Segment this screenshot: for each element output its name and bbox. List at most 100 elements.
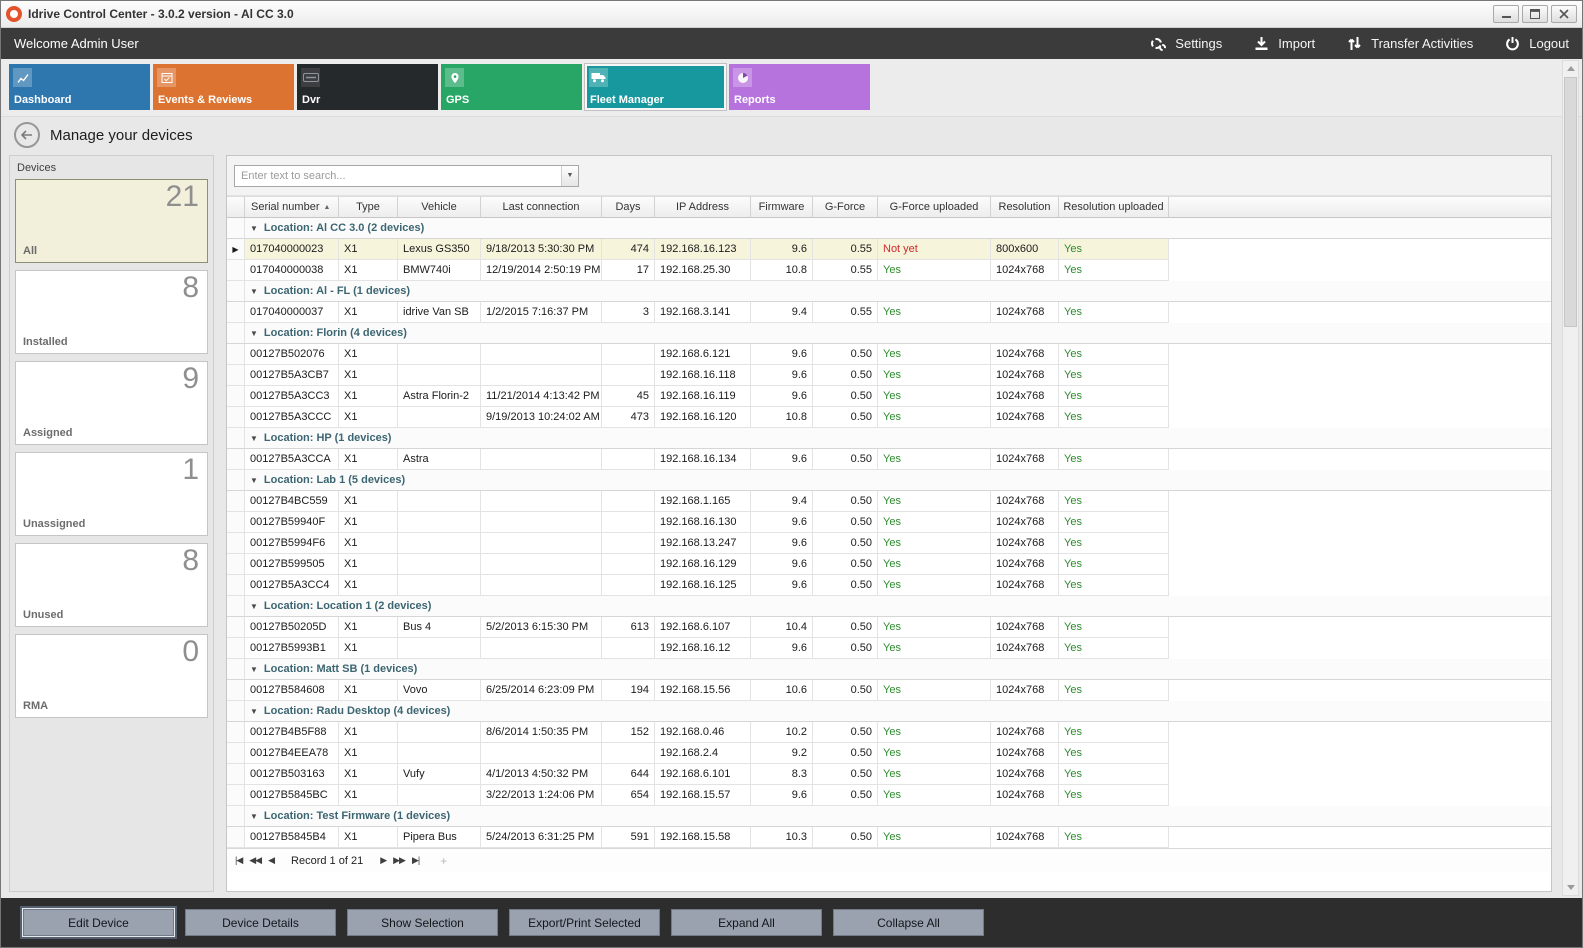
pager-next-page-button[interactable]: ▶▶	[393, 855, 405, 866]
device-row[interactable]: 00127B5A3CCCX19/19/2013 10:24:02 AM47319…	[227, 407, 1551, 428]
action-transfer-button[interactable]: Transfer Activities	[1345, 36, 1473, 52]
group-row[interactable]: ▼Location: Test Firmware (1 devices)	[227, 806, 1551, 827]
close-button[interactable]	[1551, 5, 1577, 23]
group-collapse-icon[interactable]: ▼	[250, 287, 258, 296]
action-import-button[interactable]: Import	[1252, 36, 1315, 52]
device-filter-installed[interactable]: 8Installed	[15, 270, 208, 354]
scroll-down-button[interactable]	[1563, 880, 1578, 895]
search-dropdown-button[interactable]: ▼	[561, 166, 578, 186]
group-collapse-icon[interactable]: ▼	[250, 707, 258, 716]
device-row[interactable]: 00127B4EEA78X1192.168.2.49.20.50Yes1024x…	[227, 743, 1551, 764]
pager-last-button[interactable]: ▶|	[412, 855, 419, 866]
device-row[interactable]: 00127B5A3CC4X1192.168.16.1259.60.50Yes10…	[227, 575, 1551, 596]
device-filter-rma[interactable]: 0RMA	[15, 634, 208, 718]
window-controls	[1493, 5, 1577, 23]
button-show-selection[interactable]: Show Selection	[347, 909, 498, 936]
column-header-resolution[interactable]: Resolution	[991, 196, 1059, 218]
device-row[interactable]: 00127B4B5F88X18/6/2014 1:50:35 PM152192.…	[227, 722, 1551, 743]
group-row[interactable]: ▼Location: HP (1 devices)	[227, 428, 1551, 449]
group-collapse-icon[interactable]: ▼	[250, 602, 258, 611]
column-header-type[interactable]: Type	[339, 196, 398, 218]
group-row[interactable]: ▼Location: Radu Desktop (4 devices)	[227, 701, 1551, 722]
group-collapse-icon[interactable]: ▼	[250, 434, 258, 443]
column-header-serial[interactable]: Serial number▲	[245, 196, 339, 218]
group-row[interactable]: ▼Location: Al CC 3.0 (2 devices)	[227, 218, 1551, 239]
device-row[interactable]: 00127B584608X1Vovo6/25/2014 6:23:09 PM19…	[227, 680, 1551, 701]
tab-fleet[interactable]: Fleet Manager	[585, 64, 726, 110]
device-filter-assigned[interactable]: 9Assigned	[15, 361, 208, 445]
group-row[interactable]: ▼Location: Al - FL (1 devices)	[227, 281, 1551, 302]
button-edit-device[interactable]: Edit Device	[23, 909, 174, 936]
tab-dashboard[interactable]: Dashboard	[9, 64, 150, 110]
group-collapse-icon[interactable]: ▼	[250, 224, 258, 233]
device-filter-unassigned[interactable]: 1Unassigned	[15, 452, 208, 536]
column-header-last[interactable]: Last connection	[481, 196, 602, 218]
device-row[interactable]: 00127B50205DX1Bus 45/2/2013 6:15:30 PM61…	[227, 617, 1551, 638]
group-collapse-icon[interactable]: ▼	[250, 665, 258, 674]
device-row[interactable]: 00127B502076X1192.168.6.1219.60.50Yes102…	[227, 344, 1551, 365]
device-filter-unused[interactable]: 8Unused	[15, 543, 208, 627]
action-logout-button[interactable]: Logout	[1503, 36, 1569, 52]
pager-previous-button[interactable]: ◀	[268, 855, 274, 866]
column-header-vehicle[interactable]: Vehicle	[398, 196, 481, 218]
button-device-details[interactable]: Device Details	[185, 909, 336, 936]
scrollbar-thumb[interactable]	[1564, 77, 1577, 327]
group-collapse-icon[interactable]: ▼	[250, 812, 258, 821]
vertical-scrollbar[interactable]	[1562, 60, 1579, 896]
column-header-firmware[interactable]: Firmware	[751, 196, 813, 218]
pager-next-button[interactable]: ▶	[380, 855, 386, 866]
device-row[interactable]: 00127B599505X1192.168.16.1299.60.50Yes10…	[227, 554, 1551, 575]
cell-firmware: 10.8	[751, 260, 813, 281]
group-row[interactable]: ▼Location: Lab 1 (5 devices)	[227, 470, 1551, 491]
tab-dvr[interactable]: Dvr	[297, 64, 438, 110]
minimize-button[interactable]	[1493, 5, 1519, 23]
maximize-button[interactable]	[1522, 5, 1548, 23]
device-row[interactable]: 00127B5A3CC3X1Astra Florin-211/21/2014 4…	[227, 386, 1551, 407]
group-row[interactable]: ▼Location: Matt SB (1 devices)	[227, 659, 1551, 680]
device-row[interactable]: 00127B5845BCX13/22/2013 1:24:06 PM654192…	[227, 785, 1551, 806]
title-bar: Idrive Control Center - 3.0.2 version - …	[1, 1, 1582, 28]
device-row[interactable]: 00127B5993B1X1192.168.16.129.60.50Yes102…	[227, 638, 1551, 659]
cell-last: 6/25/2014 6:23:09 PM	[481, 680, 602, 701]
device-row[interactable]: 00127B5845B4X1Pipera Bus5/24/2013 6:31:2…	[227, 827, 1551, 848]
device-row[interactable]: 017040000038X1BMW740i12/19/2014 2:50:19 …	[227, 260, 1551, 281]
cell-vehicle	[398, 533, 481, 554]
tab-gps[interactable]: GPS	[441, 64, 582, 110]
cell-serial: 00127B5993B1	[245, 638, 339, 659]
cell-ip: 192.168.16.129	[655, 554, 751, 575]
column-header-gforce_up[interactable]: G-Force uploaded	[878, 196, 991, 218]
group-row[interactable]: ▼Location: Location 1 (2 devices)	[227, 596, 1551, 617]
group-collapse-icon[interactable]: ▼	[250, 476, 258, 485]
column-header-days[interactable]: Days	[602, 196, 655, 218]
pager-previous-page-button[interactable]: ◀◀	[249, 855, 261, 866]
cell-days	[602, 344, 655, 365]
group-collapse-icon[interactable]: ▼	[250, 329, 258, 338]
tab-events[interactable]: Events & Reviews	[153, 64, 294, 110]
button-export-print-selected[interactable]: Export/Print Selected	[509, 909, 660, 936]
column-header-ip[interactable]: IP Address	[655, 196, 751, 218]
back-button[interactable]	[14, 122, 40, 148]
column-header-res_up[interactable]: Resolution uploaded	[1059, 196, 1169, 218]
button-expand-all[interactable]: Expand All	[671, 909, 822, 936]
device-grid: Serial number▲TypeVehicleLast connection…	[227, 196, 1551, 891]
button-collapse-all[interactable]: Collapse All	[833, 909, 984, 936]
cell-res_up: Yes	[1059, 785, 1169, 806]
device-row[interactable]: 00127B5A3CB7X1192.168.16.1189.60.50Yes10…	[227, 365, 1551, 386]
device-row[interactable]: 00127B503163X1Vufy4/1/2013 4:50:32 PM644…	[227, 764, 1551, 785]
pager-first-button[interactable]: |◀	[235, 855, 242, 866]
column-header-gforce[interactable]: G-Force	[813, 196, 878, 218]
device-row[interactable]: 00127B59940FX1192.168.16.1309.60.50Yes10…	[227, 512, 1551, 533]
device-row[interactable]: 00127B5994F6X1192.168.13.2479.60.50Yes10…	[227, 533, 1551, 554]
cell-vehicle: Pipera Bus	[398, 827, 481, 848]
device-row[interactable]: 00127B5A3CCAX1Astra192.168.16.1349.60.50…	[227, 449, 1551, 470]
action-settings-button[interactable]: Settings	[1149, 36, 1222, 52]
group-row[interactable]: ▼Location: Florin (4 devices)	[227, 323, 1551, 344]
settings-icon	[1149, 36, 1168, 52]
scroll-up-button[interactable]	[1563, 61, 1578, 76]
device-filter-all[interactable]: 21All	[15, 179, 208, 263]
tab-reports[interactable]: Reports	[729, 64, 870, 110]
device-row[interactable]: ▶017040000023X1Lexus GS3509/18/2013 5:30…	[227, 239, 1551, 260]
device-row[interactable]: 00127B4BC559X1192.168.1.1659.40.50Yes102…	[227, 491, 1551, 512]
search-input[interactable]	[235, 166, 561, 186]
device-row[interactable]: 017040000037X1idrive Van SB1/2/2015 7:16…	[227, 302, 1551, 323]
